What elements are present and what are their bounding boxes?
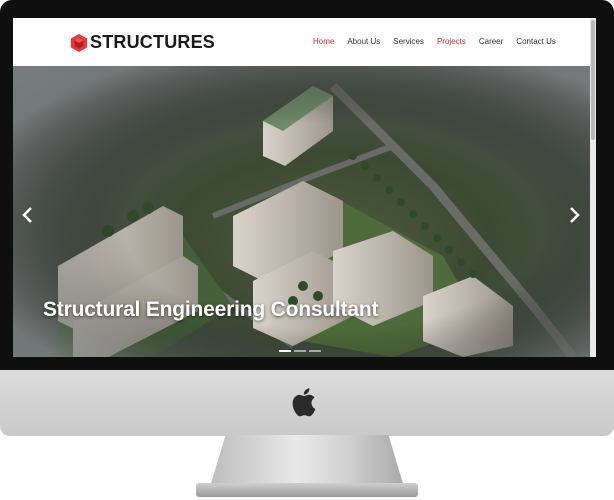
browser-screen: STRUCTURES Home About Us Services Projec… <box>13 18 596 357</box>
slider-dot[interactable] <box>309 350 321 352</box>
main-menu: Home About Us Services Projects Career C… <box>313 37 569 46</box>
hexagon-logo-icon <box>70 33 88 52</box>
page-scrollbar[interactable] <box>590 18 596 357</box>
apple-icon <box>292 388 316 417</box>
nav-item-home[interactable]: Home <box>313 37 334 46</box>
nav-item-about-us[interactable]: About Us <box>347 37 380 46</box>
slider-dot[interactable] <box>294 350 306 352</box>
scrollbar-thumb[interactable] <box>591 20 595 140</box>
site-navbar: STRUCTURES Home About Us Services Projec… <box>13 18 596 66</box>
slider-dot[interactable] <box>279 350 291 352</box>
hero-title: Structural Engineering Consultant <box>43 298 379 321</box>
nav-item-contact-us[interactable]: Contact Us <box>516 37 556 46</box>
hero-slider: Structural Engineering Consultant <box>13 66 596 357</box>
logo-text: STRUCTURES <box>90 32 216 52</box>
monitor-stand <box>210 435 404 487</box>
monitor-foot <box>196 483 418 497</box>
slider-dots <box>279 350 321 352</box>
nav-item-projects[interactable]: Projects <box>437 37 466 46</box>
site-logo[interactable]: STRUCTURES <box>70 32 215 53</box>
chevron-right-icon[interactable] <box>567 206 581 224</box>
nav-item-career[interactable]: Career <box>479 37 503 46</box>
nav-item-services[interactable]: Services <box>393 37 424 46</box>
chevron-left-icon[interactable] <box>21 206 35 224</box>
